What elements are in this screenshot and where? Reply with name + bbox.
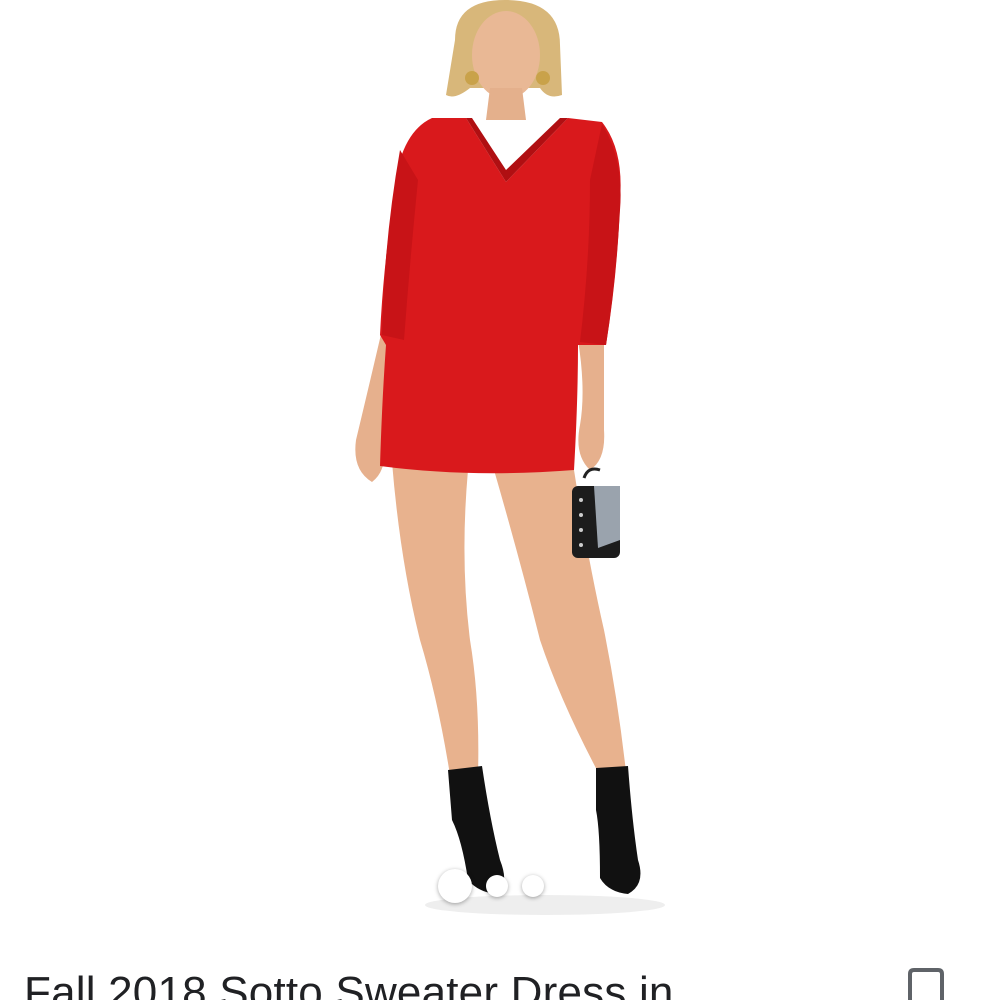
image-carousel-indicator — [438, 866, 558, 906]
model-illustration — [355, 0, 665, 915]
carousel-dot-3[interactable] — [522, 875, 544, 897]
carousel-dot-1[interactable] — [438, 869, 472, 903]
product-title-row: Fall 2018 Sotto Sweater Dress in — [0, 958, 1000, 1000]
product-title[interactable]: Fall 2018 Sotto Sweater Dress in — [24, 968, 674, 1000]
product-photo[interactable] — [0, 0, 1000, 930]
carousel-dot-2[interactable] — [486, 875, 508, 897]
product-screen: Fall 2018 Sotto Sweater Dress in — [0, 0, 1000, 1000]
bookmark-outline-icon[interactable] — [906, 966, 946, 1000]
